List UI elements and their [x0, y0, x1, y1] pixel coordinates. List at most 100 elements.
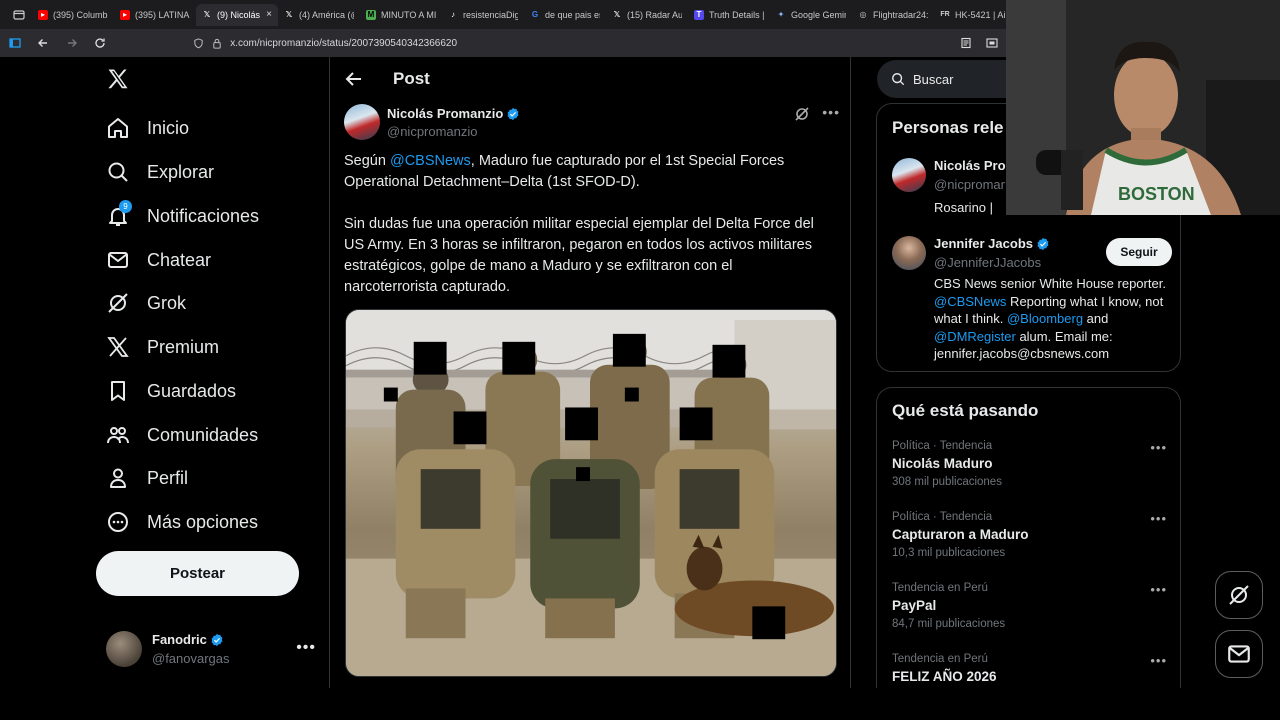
- person-icon: [106, 466, 130, 490]
- tweet-text: Según @CBSNews, Maduro fue capturado por…: [344, 151, 824, 319]
- verified-badge-icon: [1037, 237, 1049, 250]
- person-name[interactable]: Jennifer Jacobs: [934, 236, 1033, 251]
- browser-tab[interactable]: 𝕏 (15) Radar Aus: [606, 4, 688, 26]
- back-icon[interactable]: [36, 35, 50, 51]
- reader-mode-icon[interactable]: [958, 35, 974, 51]
- browser-tab[interactable]: T Truth Details |: [688, 4, 770, 26]
- nav-label: Explorar: [147, 161, 215, 182]
- tab-label: (4) América (@: [299, 9, 354, 20]
- grok-floating-button[interactable]: [1215, 571, 1263, 619]
- lock-icon[interactable]: [212, 38, 222, 49]
- browser-tab[interactable]: Gde que pais es: [524, 4, 606, 26]
- nav-item-premium[interactable]: Premium: [106, 327, 219, 367]
- more-icon[interactable]: •••: [1150, 653, 1167, 668]
- nav-label: Chatear: [147, 249, 212, 270]
- browser-tab[interactable]: ▸ (395) Columbia: [32, 4, 114, 26]
- tab-label: resistenciaDig: [463, 9, 518, 20]
- bell-icon: 9: [106, 200, 132, 228]
- back-arrow-icon[interactable]: [344, 69, 364, 89]
- nav-item-grok[interactable]: Grok: [106, 283, 186, 323]
- mention-link[interactable]: @Bloomberg: [1007, 311, 1083, 326]
- browser-tab[interactable]: ♪ resistenciaDig: [442, 4, 524, 26]
- tab-overview-icon[interactable]: [6, 0, 32, 29]
- browser-tab[interactable]: ◎ Flightradar24: L: [852, 4, 934, 26]
- person-name[interactable]: Nicolás Pron: [934, 158, 1013, 173]
- trend-item[interactable]: Política · Tendencia Capturaron a Maduro…: [892, 511, 1172, 571]
- nav-label: Grok: [147, 292, 187, 313]
- nav-item-comunidades[interactable]: Comunidades: [106, 415, 258, 455]
- nav-item-inicio[interactable]: Inicio: [106, 108, 189, 148]
- trend-name: FELIZ AÑO 2026: [892, 669, 997, 684]
- tweet-image[interactable]: [345, 309, 837, 677]
- person-handle[interactable]: @nicpromar: [934, 177, 1005, 192]
- account-name-row: Fanodric: [152, 632, 224, 647]
- nav-item-explorar[interactable]: Explorar: [106, 152, 214, 192]
- follow-button[interactable]: Seguir: [1106, 238, 1172, 266]
- browser-tab-active[interactable]: 𝕏 (9) Nicolás P ×: [196, 3, 278, 26]
- grok-explain-icon[interactable]: [794, 106, 810, 122]
- messages-floating-button[interactable]: [1215, 630, 1263, 678]
- nav-item-notificaciones[interactable]: 9 Notificaciones: [106, 196, 259, 236]
- address-bar[interactable]: x.com/nicpromanzio/status/20073905403423…: [193, 38, 944, 49]
- browser-tab[interactable]: 𝕏 (4) América (@: [278, 4, 360, 26]
- radar-icon: ◎: [859, 10, 867, 19]
- trend-item[interactable]: Política · Tendencia Nicolás Maduro 308 …: [892, 440, 1172, 500]
- more-icon[interactable]: •••: [1150, 511, 1167, 526]
- x-logo-icon[interactable]: [106, 67, 132, 93]
- avatar[interactable]: [892, 236, 926, 270]
- mention-link[interactable]: @DMRegister: [934, 329, 1016, 344]
- screenshot-icon[interactable]: [984, 35, 1000, 51]
- news-icon: M: [366, 9, 376, 20]
- search-icon: [892, 73, 905, 86]
- tab-label: Truth Details |: [709, 9, 764, 20]
- mention-link[interactable]: @CBSNews: [390, 153, 471, 169]
- nav-item-chatear[interactable]: Chatear: [106, 240, 211, 280]
- post-button[interactable]: Postear: [96, 551, 299, 596]
- browser-tab[interactable]: FR HK-5421 | Ai: [934, 4, 1016, 26]
- gemini-icon: ✦: [777, 10, 785, 19]
- notification-badge: 9: [119, 200, 132, 213]
- close-tab-icon[interactable]: ×: [266, 9, 272, 20]
- nav-item-mas-opciones[interactable]: Más opciones: [106, 502, 258, 542]
- nav-item-perfil[interactable]: Perfil: [106, 458, 188, 498]
- grok-icon: [106, 291, 130, 315]
- x-icon: 𝕏: [285, 10, 293, 19]
- more-icon[interactable]: •••: [296, 639, 316, 657]
- shield-icon[interactable]: [193, 37, 204, 49]
- reload-icon[interactable]: [93, 35, 107, 51]
- avatar[interactable]: [892, 158, 926, 192]
- trend-item[interactable]: Tendencia en Perú PayPal 84,7 mil public…: [892, 582, 1172, 642]
- nav-label: Premium: [147, 336, 220, 357]
- account-handle: @fanovargas: [152, 651, 230, 666]
- nav-label: Guardados: [147, 380, 237, 401]
- truth-icon: T: [694, 9, 704, 20]
- person-handle[interactable]: @JenniferJJacobs: [934, 255, 1041, 270]
- youtube-icon: ▸: [38, 9, 48, 20]
- browser-tab[interactable]: ✦ Google Gemini: [770, 4, 852, 26]
- tweet-paragraph: Según @CBSNews, Maduro fue capturado por…: [344, 151, 824, 193]
- more-icon[interactable]: •••: [1150, 440, 1167, 455]
- more-icon[interactable]: •••: [822, 104, 840, 120]
- nav-label: Comunidades: [147, 424, 259, 445]
- trend-context: Política · Tendencia: [892, 440, 993, 452]
- author-name[interactable]: Nicolás Promanzio: [387, 106, 503, 121]
- x-icon: [106, 335, 130, 359]
- x-icon: 𝕏: [203, 10, 211, 19]
- nav-label: Perfil: [147, 467, 189, 488]
- search-placeholder: Buscar: [913, 71, 954, 87]
- trend-count: 308 mil publicaciones: [892, 476, 1002, 488]
- trend-context: Tendencia en Perú: [892, 653, 988, 665]
- sidebar-toggle-icon[interactable]: [8, 35, 22, 51]
- person-card[interactable]: Jennifer Jacobs @JenniferJJacobs Seguir …: [892, 236, 1172, 366]
- account-switcher[interactable]: Fanodric @fanovargas •••: [106, 629, 316, 669]
- browser-tab[interactable]: ▸ (395) LATINA E: [114, 4, 196, 26]
- trend-count: 84,7 mil publicaciones: [892, 618, 1006, 630]
- mention-link[interactable]: @CBSNews: [934, 294, 1006, 309]
- author-handle[interactable]: @nicpromanzio: [387, 124, 478, 139]
- more-icon[interactable]: •••: [1150, 582, 1167, 597]
- avatar[interactable]: [344, 104, 380, 140]
- nav-item-guardados[interactable]: Guardados: [106, 371, 236, 411]
- browser-tab[interactable]: M MINUTO A MIN: [360, 4, 442, 26]
- forward-icon[interactable]: [65, 35, 79, 51]
- mail-icon: [1228, 645, 1250, 663]
